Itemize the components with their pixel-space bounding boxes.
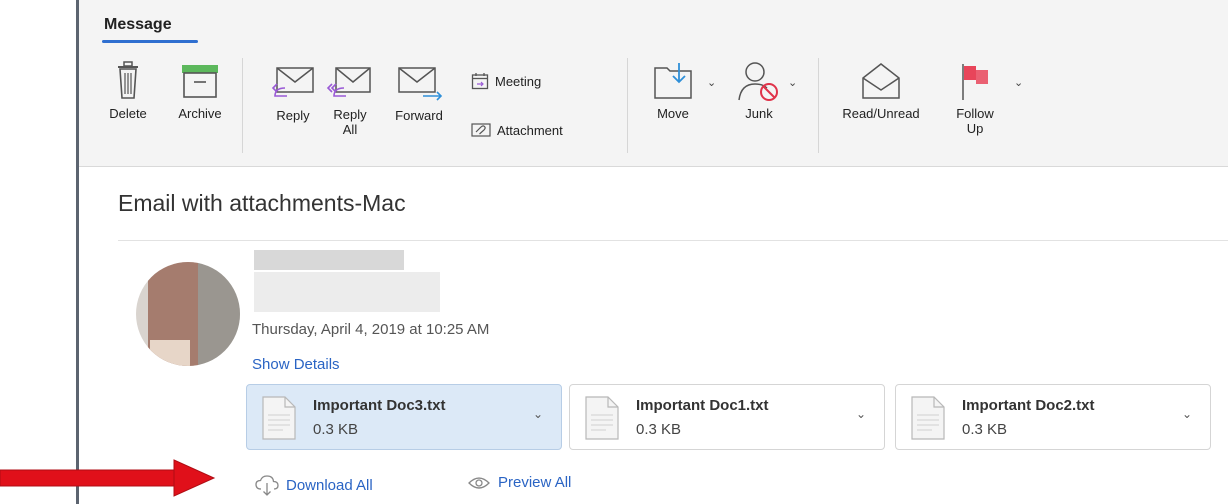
forward-button[interactable]: Forward [387,64,451,123]
reply-all-label-line2: All [342,122,358,137]
attachment-size: 0.3 KB [313,421,359,438]
header-divider [118,240,1228,241]
reply-envelope-icon [271,67,314,97]
attachment-name: Important Doc1.txt [636,397,769,414]
calendar-icon [471,73,489,90]
follow-up-label: Follow Up [949,106,1001,136]
reply-all-label-line1: Reply [333,107,367,122]
message-subject: Email with attachments-Mac [118,190,406,216]
reply-all-label: Reply All [326,107,374,137]
reply-label: Reply [276,108,310,123]
text-file-icon [262,396,296,440]
attachment-menu-chevron-icon[interactable]: ⌄ [533,407,543,421]
read-unread-button[interactable]: Read/Unread [836,60,926,121]
attachment-menu-chevron-icon[interactable]: ⌄ [856,407,866,421]
reply-button[interactable]: Reply [269,64,317,123]
sender-name-redacted [254,250,404,270]
move-label: Move [657,106,689,121]
move-button[interactable]: Move [647,60,699,121]
folder-move-icon [654,63,692,99]
meeting-button[interactable]: Meeting [471,72,541,90]
forward-envelope-icon [398,67,443,101]
forward-label: Forward [395,108,443,123]
reply-all-envelope-icon [326,67,371,97]
junk-label: Junk [745,106,773,121]
meeting-label: Meeting [495,73,542,89]
attachment-name: Important Doc2.txt [962,397,1095,414]
attachment-size: 0.3 KB [962,421,1008,438]
junk-person-icon [738,62,778,101]
archive-box-icon [182,65,218,98]
follow-up-label-line2: Up [966,121,984,136]
cloud-download-icon [255,475,279,496]
reply-all-button[interactable]: Reply All [326,64,374,137]
follow-up-dropdown-chevron-icon[interactable]: ⌄ [1014,76,1023,89]
follow-up-label-line1: Follow [956,106,994,121]
attachment-menu-chevron-icon[interactable]: ⌄ [1182,407,1192,421]
delete-button[interactable]: Delete [105,60,151,121]
flag-icon [962,64,988,100]
ribbon-separator [818,58,819,153]
show-details-link[interactable]: Show Details [252,356,340,373]
ribbon-toolbar: Message Delete Archive Reply Reply All F… [79,0,1228,167]
follow-up-button[interactable]: Follow Up [949,60,1001,136]
move-dropdown-chevron-icon[interactable]: ⌄ [707,76,716,89]
message-date: Thursday, April 4, 2019 at 10:25 AM [252,321,490,338]
sender-email-redacted [254,272,440,312]
attachment-button[interactable]: Attachment [471,122,563,138]
download-all-link[interactable]: Download All [254,474,373,496]
attachment-size: 0.3 KB [636,421,682,438]
text-file-icon [911,396,945,440]
tab-message[interactable]: Message [104,16,172,34]
attachment-label: Attachment [497,122,563,138]
trash-icon [118,61,138,99]
tab-active-indicator [102,40,198,43]
ribbon-separator [242,58,243,153]
attachment-name: Important Doc3.txt [313,397,446,414]
preview-all-label: Preview All [498,474,572,491]
archive-button[interactable]: Archive [171,60,229,121]
text-file-icon [585,396,619,440]
eye-icon [468,476,490,489]
junk-button[interactable]: Junk [731,60,787,121]
delete-label: Delete [109,106,147,121]
red-arrow-annotation-icon [0,459,216,497]
attachment-card[interactable]: Important Doc2.txt 0.3 KB ⌄ [895,384,1211,450]
avatar [136,262,240,366]
open-envelope-icon [862,63,900,99]
junk-dropdown-chevron-icon[interactable]: ⌄ [788,76,797,89]
paperclip-icon [471,123,491,137]
read-unread-label: Read/Unread [842,106,920,121]
preview-all-link[interactable]: Preview All [468,474,571,491]
attachment-card[interactable]: Important Doc3.txt 0.3 KB ⌄ [246,384,562,450]
archive-label: Archive [178,106,222,121]
download-all-label: Download All [286,476,373,494]
attachment-card[interactable]: Important Doc1.txt 0.3 KB ⌄ [569,384,885,450]
ribbon-separator [627,58,628,153]
